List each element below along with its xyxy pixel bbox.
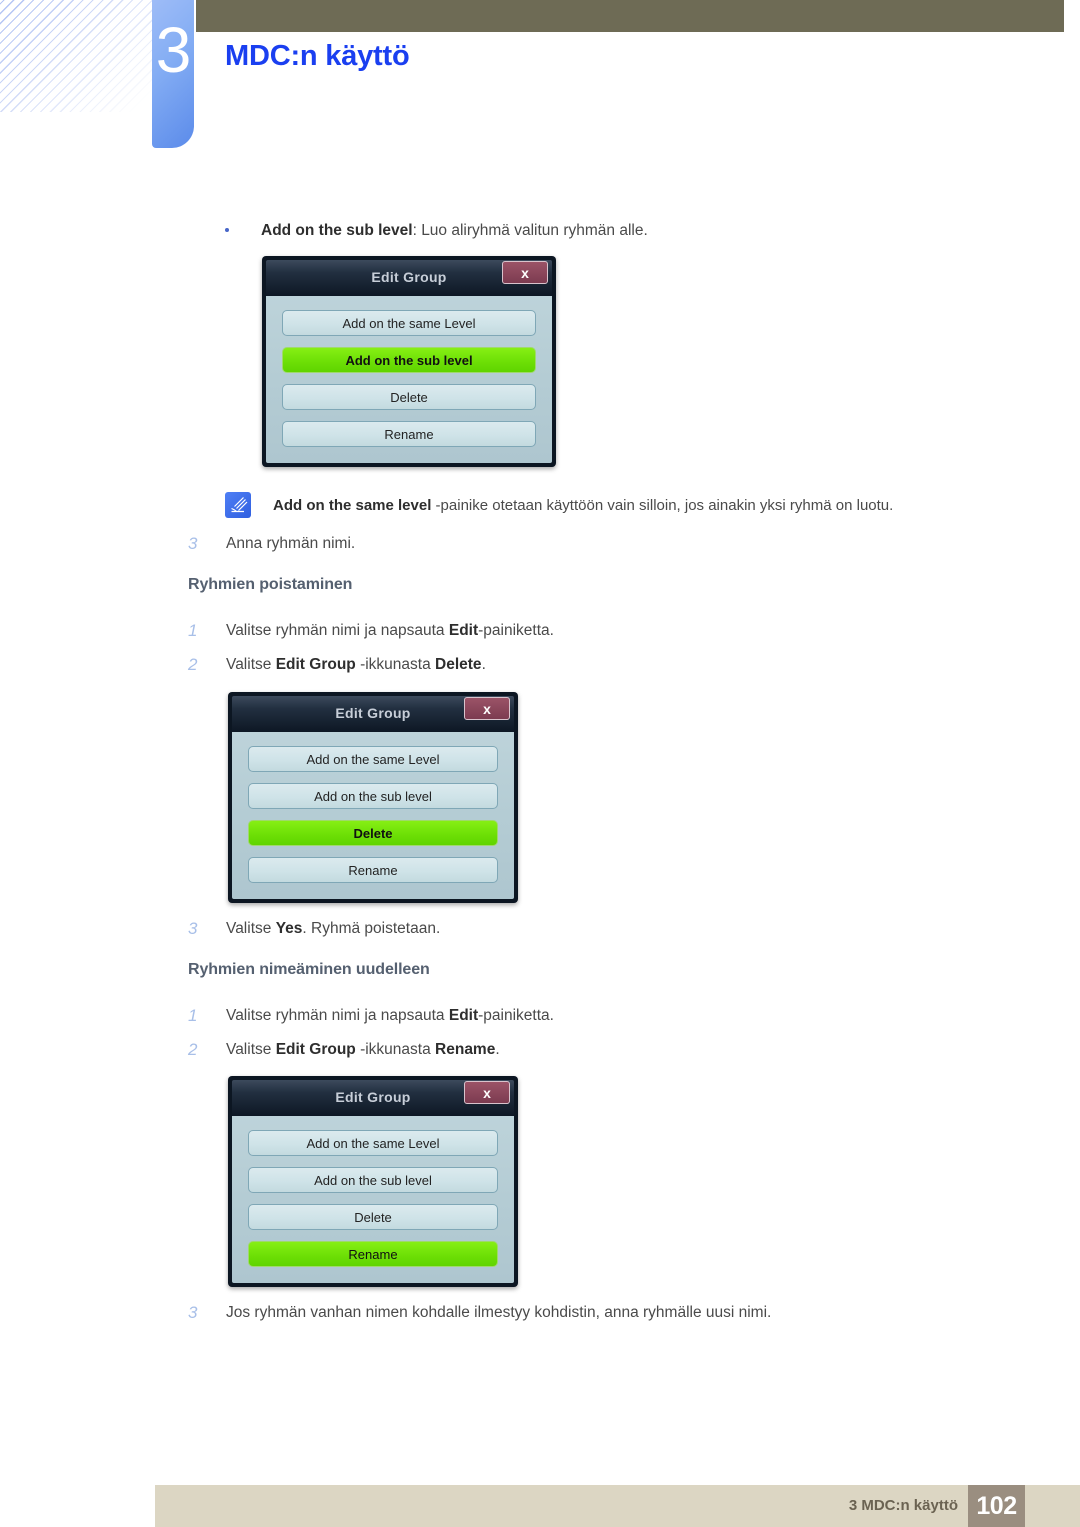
step-text-mid: -ikkunasta [355, 1041, 436, 1058]
step-delete-1: 1 Valitse ryhmän nimi ja napsauta Edit-p… [188, 620, 1008, 642]
step-text-post: -painiketta. [478, 622, 554, 639]
step-number: 1 [188, 621, 198, 640]
step-text-mid: -ikkunasta [355, 656, 436, 673]
page-title: MDC:n käyttö [225, 40, 410, 72]
step-text-bold2: Delete [435, 656, 482, 673]
bullet-rest: : Luo aliryhmä valitun ryhmän alle. [412, 222, 648, 239]
footer-chapter-label: 3 MDC:n käyttö [848, 1497, 958, 1514]
header-olive-bar [196, 0, 1064, 32]
step-text-pre: Valitse [226, 1041, 276, 1058]
edit-group-dialog-3[interactable]: Edit Group x Add on the same Level Add o… [228, 1076, 518, 1287]
note-term: Add on the same level [273, 497, 432, 514]
section-heading-rename-groups: Ryhmien nimeäminen uudelleen [188, 961, 430, 978]
step-rename-1: 1 Valitse ryhmän nimi ja napsauta Edit-p… [188, 1005, 1008, 1027]
dialog-button-add-same-level[interactable]: Add on the same Level [282, 310, 536, 336]
edit-group-dialog-1[interactable]: Edit Group x Add on the same Level Add o… [262, 256, 556, 467]
step-text: Valitse Edit Group -ikkunasta Delete. [226, 654, 1008, 676]
step-text-pre: Valitse ryhmän nimi ja napsauta [226, 1007, 449, 1024]
dialog-button-add-same-level[interactable]: Add on the same Level [248, 1130, 498, 1156]
note-pen-icon [225, 492, 251, 518]
step-number: 2 [188, 655, 198, 674]
dialog-body: Add on the same Level Add on the sub lev… [266, 296, 552, 463]
step-rename-3: 3 Jos ryhmän vanhan nimen kohdalle ilmes… [188, 1302, 1008, 1324]
step-text-bold1: Edit Group [275, 1041, 356, 1058]
step-text: Anna ryhmän nimi. [226, 535, 356, 552]
step-number: 2 [188, 1040, 198, 1059]
step-text-bold: Edit [448, 1007, 479, 1024]
step-text-bold1: Edit Group [275, 656, 356, 673]
dialog-button-rename[interactable]: Rename [248, 857, 498, 883]
step-anna-ryhman-nimi: 3 Anna ryhmän nimi. [188, 533, 1008, 555]
edit-group-dialog-2[interactable]: Edit Group x Add on the same Level Add o… [228, 692, 518, 903]
note-callout: Add on the same level -painike otetaan k… [225, 492, 1025, 518]
dialog-body: Add on the same Level Add on the sub lev… [232, 732, 514, 899]
step-text: Jos ryhmän vanhan nimen kohdalle ilmesty… [226, 1304, 772, 1321]
section-heading-delete-groups: Ryhmien poistaminen [188, 576, 353, 593]
step-text: Valitse ryhmän nimi ja napsauta Edit-pai… [226, 620, 1008, 642]
bullet-item-text: Add on the sub level: Luo aliryhmä valit… [261, 220, 1015, 242]
step-text-post: . Ryhmä poistetaan. [302, 920, 441, 937]
dialog-button-add-sub-level[interactable]: Add on the sub level [282, 347, 536, 373]
step-text: Valitse ryhmän nimi ja napsauta Edit-pai… [226, 1005, 1008, 1027]
dialog-titlebar: Edit Group x [232, 1080, 514, 1116]
step-text-post: -painiketta. [478, 1007, 554, 1024]
step-number: 1 [188, 1006, 198, 1025]
step-text-bold: Edit [448, 622, 479, 639]
step-text-post: . [495, 1041, 500, 1058]
dialog-titlebar: Edit Group x [266, 260, 552, 296]
dialog-button-rename[interactable]: Rename [248, 1241, 498, 1267]
dialog-button-add-sub-level[interactable]: Add on the sub level [248, 1167, 498, 1193]
dialog-button-rename[interactable]: Rename [282, 421, 536, 447]
step-text-pre: Valitse [226, 920, 276, 937]
chapter-number: 3 [155, 14, 192, 86]
step-delete-2: 2 Valitse Edit Group -ikkunasta Delete. [188, 654, 1008, 676]
dialog-body: Add on the same Level Add on the sub lev… [232, 1116, 514, 1283]
step-text-bold: Yes [275, 920, 303, 937]
step-text: Valitse Yes. Ryhmä poistetaan. [226, 918, 1008, 940]
step-text-pre: Valitse [226, 656, 276, 673]
step-text: Valitse Edit Group -ikkunasta Rename. [226, 1039, 1008, 1061]
step-number: 3 [188, 919, 198, 938]
note-text: Add on the same level -painike otetaan k… [273, 492, 1025, 516]
dialog-button-add-sub-level[interactable]: Add on the sub level [248, 783, 498, 809]
step-number: 3 [188, 534, 198, 553]
step-text-post: . [481, 656, 486, 673]
close-icon[interactable]: x [464, 697, 510, 720]
corner-hatch-decoration [0, 0, 160, 112]
step-rename-2: 2 Valitse Edit Group -ikkunasta Rename. [188, 1039, 1008, 1061]
step-text-bold2: Rename [435, 1041, 496, 1058]
footer-page-number: 102 [976, 1492, 1017, 1520]
close-icon[interactable]: x [502, 261, 548, 284]
dialog-button-delete[interactable]: Delete [282, 384, 536, 410]
note-rest: -painike otetaan käyttöön vain silloin, … [431, 497, 894, 514]
step-number: 3 [188, 1303, 198, 1322]
step-text-pre: Valitse ryhmän nimi ja napsauta [226, 622, 449, 639]
dialog-titlebar: Edit Group x [232, 696, 514, 732]
bullet-item-add-sub-level: Add on the sub level: Luo aliryhmä valit… [225, 220, 1015, 242]
bullet-dot-icon [225, 228, 229, 232]
dialog-button-add-same-level[interactable]: Add on the same Level [248, 746, 498, 772]
bullet-term: Add on the sub level [261, 222, 413, 239]
dialog-button-delete[interactable]: Delete [248, 820, 498, 846]
dialog-button-delete[interactable]: Delete [248, 1204, 498, 1230]
step-delete-3: 3 Valitse Yes. Ryhmä poistetaan. [188, 918, 1008, 940]
close-icon[interactable]: x [464, 1081, 510, 1104]
